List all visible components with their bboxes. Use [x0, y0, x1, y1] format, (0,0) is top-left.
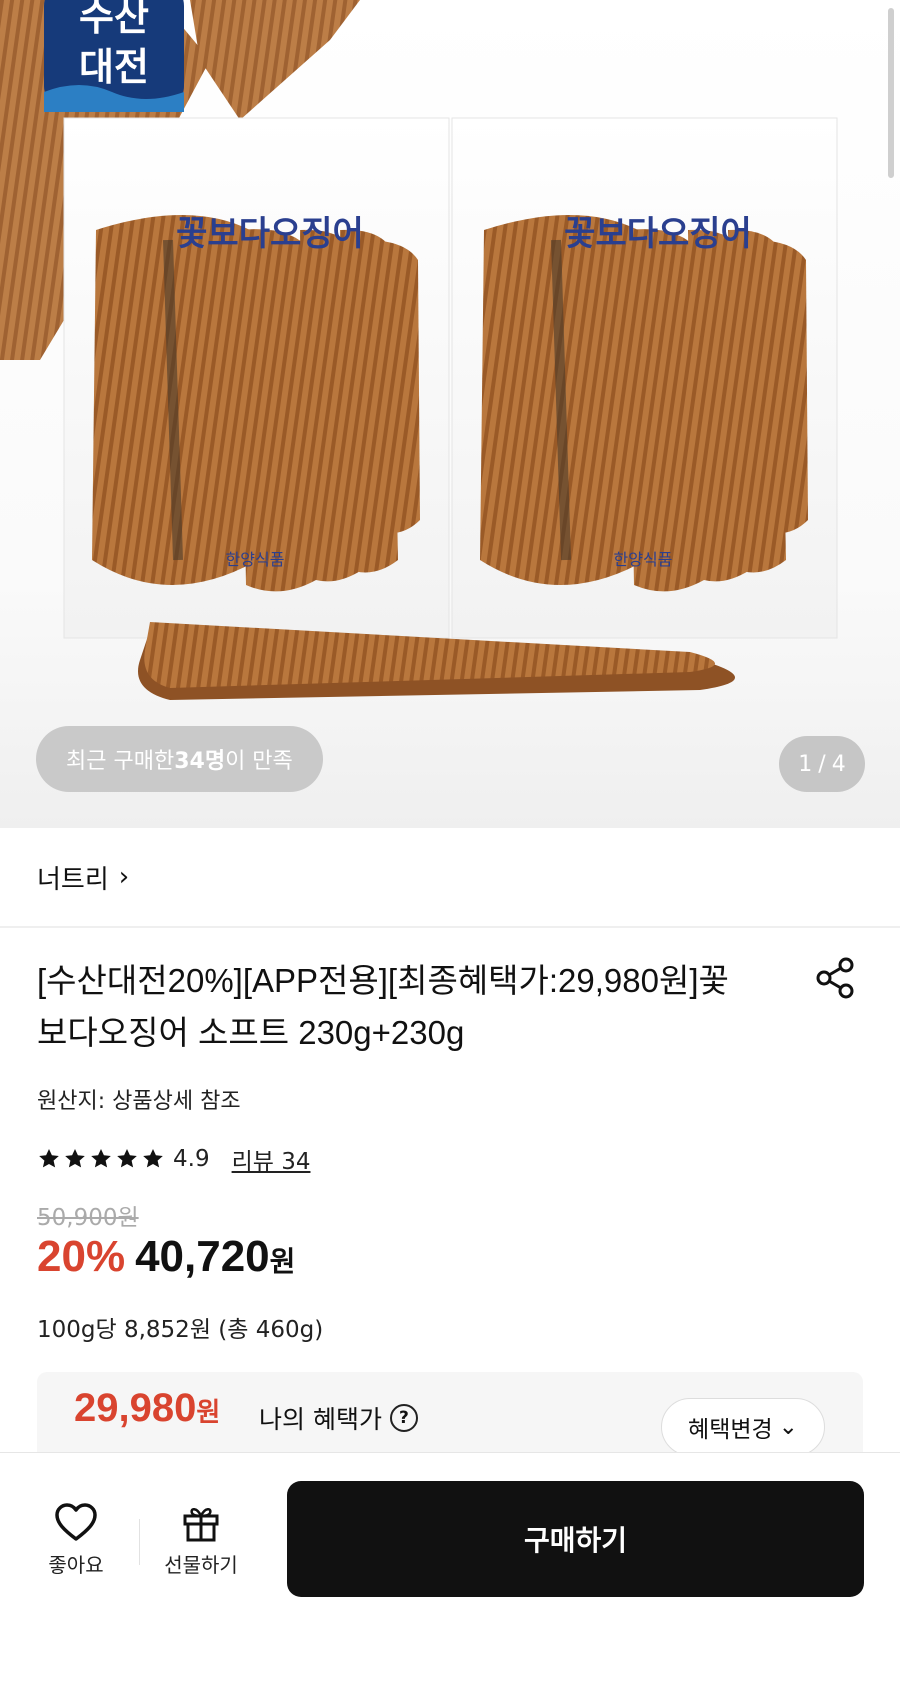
chevron-right-icon: › [118, 862, 130, 892]
badge-suffix: 이 만족 [225, 749, 293, 774]
share-button[interactable] [812, 955, 858, 1001]
share-icon [816, 957, 854, 999]
sea-festival-logo: 수산 대전 [44, 0, 184, 112]
package-brand-text: 꽃보다오징어 [564, 214, 752, 254]
benefit-label-text: 나의 혜택가 [259, 1405, 382, 1434]
logo-text-line2: 대전 [79, 45, 149, 89]
rating-row: 4.9 리뷰 34 [37, 1142, 310, 1176]
origin-info: 원산지: 상품상세 참조 [37, 1089, 241, 1114]
page-total: 4 [831, 751, 846, 777]
benefit-label: 나의 혜택가 ? [259, 1400, 418, 1436]
page-separator: / [818, 751, 826, 777]
benefit-change-button[interactable]: 혜택변경 ⌄ [661, 1398, 825, 1456]
package-maker-text: 한양식품 [614, 550, 673, 569]
price-row: 20% 40,720원 [37, 1232, 295, 1282]
help-icon[interactable]: ? [389, 1404, 418, 1432]
buy-button[interactable]: 구매하기 [287, 1481, 864, 1597]
brand-name: 너트리 [37, 864, 109, 895]
review-count-link[interactable]: 리뷰 34 [232, 1142, 311, 1176]
star-icon [117, 1149, 137, 1168]
logo-text-line1: 수산 [79, 0, 149, 39]
unit-price: 100g당 8,852원 (총 460g) [37, 1317, 324, 1343]
discount-rate: 20% [37, 1232, 126, 1281]
brand-row: 너트리 › [0, 828, 900, 928]
badge-prefix: 최근 구매한 [66, 749, 175, 774]
brand-link[interactable]: 너트리 › [37, 859, 129, 896]
package-maker-text: 한양식품 [226, 550, 285, 569]
product-bag-right: 꽃보다오징어 한양식품 [451, 117, 838, 639]
original-price: 50,900원 [37, 1205, 139, 1231]
chevron-down-icon: ⌄ [778, 1414, 798, 1440]
sale-price: 40,720 [135, 1232, 270, 1281]
product-image-carousel[interactable]: 수산 대전 꽃보다오징어 한양식품 꽃보다오징어 한양식품 최근 구매한 34명… [0, 0, 900, 828]
sale-price-currency: 원 [269, 1246, 296, 1277]
badge-count: 34명 [174, 749, 226, 774]
product-photo: 수산 대전 꽃보다오징어 한양식품 꽃보다오징어 한양식품 [0, 0, 838, 700]
product-bag-left: 꽃보다오징어 한양식품 [63, 117, 450, 639]
benefit-price-value: 29,980 [74, 1386, 197, 1430]
star-rating [37, 1147, 165, 1171]
benefit-price: 29,980원 [74, 1386, 220, 1431]
rating-value: 4.9 [173, 1146, 210, 1172]
benefit-change-label: 혜택변경 [688, 1417, 773, 1443]
divider [139, 1519, 140, 1565]
gift-button[interactable]: 선물하기 [146, 1503, 256, 1578]
scrollbar[interactable] [888, 8, 894, 178]
like-label: 좋아요 [48, 1553, 104, 1577]
page-current: 1 [798, 751, 813, 777]
gift-icon [183, 1508, 219, 1542]
star-icon [65, 1149, 85, 1168]
like-button[interactable]: 좋아요 [21, 1503, 131, 1578]
package-brand-text: 꽃보다오징어 [176, 214, 364, 254]
star-icon [91, 1149, 111, 1168]
bottom-action-bar: 좋아요 선물하기 구매하기 [0, 1452, 900, 1700]
recent-buyers-badge: 최근 구매한 34명 이 만족 [36, 726, 323, 792]
star-icon [39, 1149, 59, 1168]
star-icon [143, 1149, 163, 1168]
benefit-price-currency: 원 [196, 1397, 221, 1427]
gift-label: 선물하기 [164, 1553, 238, 1577]
heart-icon [55, 1503, 97, 1541]
image-page-counter: 1 / 4 [779, 736, 865, 792]
product-title: [수산대전20%][APP전용][최종혜택가:29,980원]꽃보다오징어 소프… [37, 962, 729, 1051]
benefit-price-box: 29,980원 나의 혜택가 ? 혜택변경 ⌄ [37, 1372, 863, 1456]
